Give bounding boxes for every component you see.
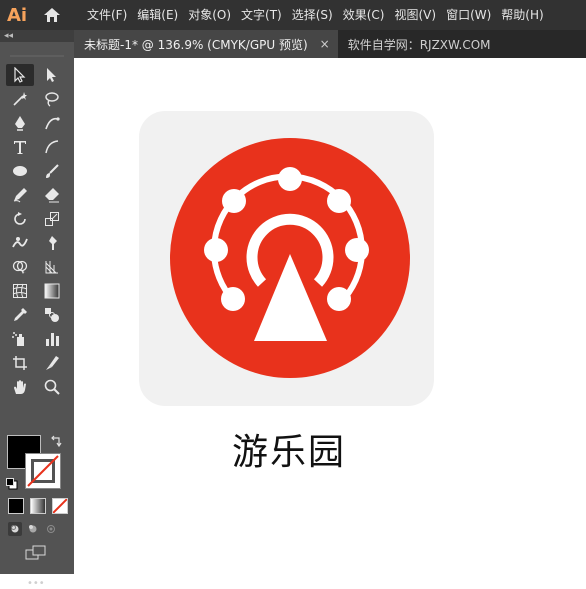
lasso-tool-icon[interactable]	[38, 88, 66, 110]
menu-effect[interactable]: 效果(C)	[338, 0, 390, 30]
shaper-tool-icon[interactable]	[6, 184, 34, 206]
eraser-tool-icon[interactable]	[38, 184, 66, 206]
tab-label-watermark: 软件自学网：RJZXW.COM	[347, 37, 491, 52]
close-icon[interactable]: ×	[320, 37, 330, 51]
draw-behind-icon[interactable]	[26, 522, 40, 536]
color-mode-icon[interactable]	[8, 498, 24, 514]
ferris-wheel-logo[interactable]	[74, 58, 586, 574]
default-fill-stroke-icon[interactable]	[6, 475, 18, 494]
menu-bar: Ai 文件(F) 编辑(E) 对象(O) 文字(T) 选择(S) 效果(C) 视…	[0, 0, 586, 30]
color-mode-buttons	[8, 498, 68, 514]
artboard-canvas[interactable]: 游乐园	[74, 58, 586, 574]
paintbrush-tool-icon[interactable]	[38, 160, 66, 182]
slice-tool-icon[interactable]	[38, 352, 66, 374]
mesh-tool-icon[interactable]	[6, 280, 34, 302]
draw-inside-icon[interactable]	[44, 522, 58, 536]
zoom-tool-icon[interactable]	[38, 376, 66, 398]
tools-panel: ◂◂ •••	[0, 30, 74, 589]
symbol-sprayer-tool-icon[interactable]	[6, 328, 34, 350]
type-tool-icon[interactable]	[6, 136, 34, 158]
ellipse-tool-icon[interactable]	[6, 160, 34, 182]
home-icon[interactable]	[38, 0, 66, 30]
menu-edit[interactable]: 编辑(E)	[132, 0, 183, 30]
panel-grip	[10, 55, 64, 57]
menu-file[interactable]: 文件(F)	[82, 0, 132, 30]
gradient-mode-icon[interactable]	[30, 498, 46, 514]
swap-fill-stroke-icon[interactable]	[49, 434, 63, 453]
perspective-grid-tool-icon[interactable]	[38, 256, 66, 278]
menu-help[interactable]: 帮助(H)	[496, 0, 548, 30]
curvature-tool-icon[interactable]	[38, 112, 66, 134]
shape-builder-tool-icon[interactable]	[6, 256, 34, 278]
collapse-panel-icon[interactable]: ◂◂	[0, 30, 74, 42]
draw-normal-icon[interactable]	[8, 522, 22, 536]
gradient-tool-icon[interactable]	[38, 280, 66, 302]
edit-toolbar-icon[interactable]: •••	[27, 578, 45, 589]
menu-window[interactable]: 窗口(W)	[441, 0, 496, 30]
direct-selection-tool-icon[interactable]	[38, 64, 66, 86]
none-mode-icon[interactable]	[52, 498, 68, 514]
tab-untitled-1[interactable]: 未标题-1* @ 136.9% (CMYK/GPU 预览) ×	[74, 30, 338, 58]
line-segment-tool-icon[interactable]	[38, 136, 66, 158]
magic-wand-tool-icon[interactable]	[6, 88, 34, 110]
change-screen-mode-icon[interactable]	[25, 545, 47, 565]
eyedropper-tool-icon[interactable]	[6, 304, 34, 326]
menu-object[interactable]: 对象(O)	[183, 0, 236, 30]
tab-label: 未标题-1* @ 136.9% (CMYK/GPU 预览)	[84, 37, 308, 52]
hand-tool-icon[interactable]	[6, 376, 34, 398]
rotate-tool-icon[interactable]	[6, 208, 34, 230]
document-tab-bar: 未标题-1* @ 136.9% (CMYK/GPU 预览) × 软件自学网：RJ…	[74, 30, 586, 58]
app-logo[interactable]: Ai	[2, 0, 32, 30]
app-name-label[interactable]: 游乐园	[214, 423, 364, 475]
puppet-warp-tool-icon[interactable]	[38, 232, 66, 254]
menu-view[interactable]: 视图(V)	[389, 0, 441, 30]
selection-tool-icon[interactable]	[6, 64, 34, 86]
pen-tool-icon[interactable]	[6, 112, 34, 134]
menu-type[interactable]: 文字(T)	[236, 0, 287, 30]
scale-tool-icon[interactable]	[38, 208, 66, 230]
width-tool-icon[interactable]	[6, 232, 34, 254]
main-menu: 文件(F) 编辑(E) 对象(O) 文字(T) 选择(S) 效果(C) 视图(V…	[82, 0, 549, 30]
column-graph-tool-icon[interactable]	[38, 328, 66, 350]
menu-select[interactable]: 选择(S)	[287, 0, 338, 30]
blend-tool-icon[interactable]	[38, 304, 66, 326]
stroke-color-swatch[interactable]	[25, 453, 61, 489]
draw-mode-buttons	[8, 522, 58, 536]
artboard-tool-icon[interactable]	[6, 352, 34, 374]
tab-watermark[interactable]: 软件自学网：RJZXW.COM	[338, 30, 501, 58]
